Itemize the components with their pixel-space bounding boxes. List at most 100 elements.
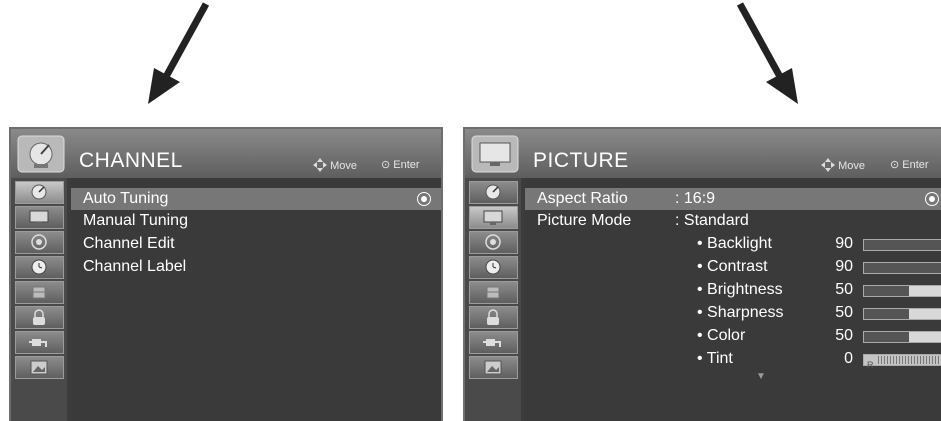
setting-level-bar[interactable]	[863, 331, 941, 343]
sidebar-item-audio[interactable]	[15, 231, 64, 254]
setting-value: 90	[835, 235, 853, 252]
level-fill	[864, 286, 909, 296]
photo-icon	[484, 360, 502, 375]
setting-value: 50	[835, 327, 853, 344]
menu-item-label: Picture Mode	[537, 212, 632, 229]
menu-item-picture-mode[interactable]: Picture Mode : Standard	[525, 210, 941, 232]
enter-hint-label: Enter	[393, 159, 420, 171]
arrow-down-right-icon	[736, 2, 798, 104]
setting-label: • Sharpness	[697, 304, 784, 321]
menu-item-channel-edit[interactable]: Channel Edit	[71, 233, 441, 255]
channel-menu-header: CHANNEL Move ⊙ Enter	[11, 129, 441, 178]
selected-radio-icon	[417, 192, 431, 206]
satellite-icon	[485, 184, 501, 200]
sidebar-item-time[interactable]	[15, 256, 64, 279]
enter-hint: ⊙ Enter	[381, 158, 420, 171]
sidebar-item-option[interactable]	[15, 281, 64, 304]
move-hint: Move	[821, 158, 865, 172]
sidebar-item-channel[interactable]	[15, 181, 64, 204]
setting-contrast[interactable]: • Contrast 90	[525, 256, 941, 278]
dpad-icon	[313, 158, 327, 172]
enter-hint-label: Enter	[902, 159, 929, 171]
level-fill	[864, 309, 909, 319]
setting-label: • Tint	[697, 350, 733, 367]
level-fill	[864, 332, 909, 342]
satellite-icon	[31, 184, 47, 200]
sidebar-item-lock[interactable]	[469, 306, 518, 329]
speaker-icon	[485, 234, 501, 250]
setting-value: 50	[835, 281, 853, 298]
menu-item-value: : 16:9	[675, 190, 716, 207]
enter-icon: ⊙	[381, 159, 391, 171]
move-hint-label: Move	[838, 160, 865, 172]
sidebar-item-lock[interactable]	[15, 306, 64, 329]
setting-value: 50	[835, 304, 853, 321]
setting-label: • Backlight	[697, 235, 772, 252]
enter-icon: ⊙	[890, 159, 900, 171]
tv-icon	[471, 135, 519, 173]
setting-label: • Color	[697, 327, 746, 344]
clock-icon	[485, 259, 501, 275]
menu-item-label: Channel Label	[83, 258, 187, 275]
setting-level-bar[interactable]	[863, 239, 941, 251]
level-fill	[864, 240, 941, 250]
menu-item-label: Aspect Ratio	[537, 190, 628, 207]
lock-icon	[487, 309, 499, 325]
menu-title: CHANNEL	[79, 149, 183, 172]
option-icon	[486, 286, 500, 299]
category-sidebar	[465, 178, 521, 421]
menu-item-manual-tuning[interactable]: Manual Tuning	[71, 210, 441, 232]
sidebar-item-input[interactable]	[469, 331, 518, 354]
setting-value: 0	[844, 350, 853, 367]
photo-icon	[30, 360, 48, 375]
sidebar-item-channel[interactable]	[469, 181, 518, 204]
cable-icon	[483, 339, 501, 347]
sidebar-item-media[interactable]	[15, 356, 64, 379]
sidebar-item-option[interactable]	[469, 281, 518, 304]
sidebar-item-picture[interactable]	[15, 206, 64, 229]
setting-brightness[interactable]: • Brightness 50	[525, 279, 941, 301]
speaker-icon	[31, 234, 47, 250]
setting-tint[interactable]: • Tint 0 R G	[525, 348, 941, 370]
lock-icon	[33, 309, 45, 325]
setting-level-bar[interactable]	[863, 285, 941, 297]
menu-item-label: Channel Edit	[83, 235, 175, 252]
picture-menu-panel: PICTURE Move ⊙ Enter Aspect Ratio : 16:9…	[463, 127, 941, 421]
menu-item-label: Manual Tuning	[83, 212, 188, 229]
setting-value: 90	[835, 258, 853, 275]
menu-item-auto-tuning[interactable]: Auto Tuning	[71, 188, 441, 210]
satellite-icon	[17, 135, 65, 173]
tint-slider[interactable]: R G	[863, 354, 941, 370]
setting-level-bar[interactable]	[863, 262, 941, 274]
move-hint: Move	[313, 158, 357, 172]
clock-icon	[31, 259, 47, 275]
setting-backlight[interactable]: • Backlight 90	[525, 233, 941, 255]
scroll-down-icon[interactable]: ▼	[756, 371, 766, 382]
setting-level-bar[interactable]	[863, 308, 941, 320]
level-fill	[864, 263, 941, 273]
tint-red-label: R	[867, 360, 874, 370]
menu-title: PICTURE	[533, 149, 629, 172]
tv-icon	[483, 210, 503, 225]
enter-hint: ⊙ Enter	[890, 158, 929, 171]
menu-item-aspect-ratio[interactable]: Aspect Ratio : 16:9	[525, 188, 941, 210]
sidebar-item-input[interactable]	[15, 331, 64, 354]
sidebar-item-picture[interactable]	[469, 206, 518, 229]
sidebar-item-time[interactable]	[469, 256, 518, 279]
menu-item-channel-label[interactable]: Channel Label	[71, 256, 441, 278]
sidebar-item-audio[interactable]	[469, 231, 518, 254]
cable-icon	[29, 339, 47, 347]
menu-item-label: Auto Tuning	[83, 190, 169, 207]
option-icon	[32, 286, 46, 299]
setting-sharpness[interactable]: • Sharpness 50	[525, 302, 941, 324]
channel-menu-panel: CHANNEL Move ⊙ Enter Auto Tuning Manual …	[9, 127, 443, 421]
picture-menu-header: PICTURE Move ⊙ Enter	[465, 129, 941, 178]
menu-item-value: : Standard	[675, 212, 749, 229]
channel-menu-list: Auto Tuning Manual Tuning Channel Edit C…	[71, 178, 441, 421]
sidebar-item-media[interactable]	[469, 356, 518, 379]
picture-menu-list: Aspect Ratio : 16:9 Picture Mode : Stand…	[525, 178, 941, 421]
setting-label: • Brightness	[697, 281, 783, 298]
arrow-down-left-icon	[148, 2, 210, 104]
setting-color[interactable]: • Color 50	[525, 325, 941, 347]
move-hint-label: Move	[330, 160, 357, 172]
